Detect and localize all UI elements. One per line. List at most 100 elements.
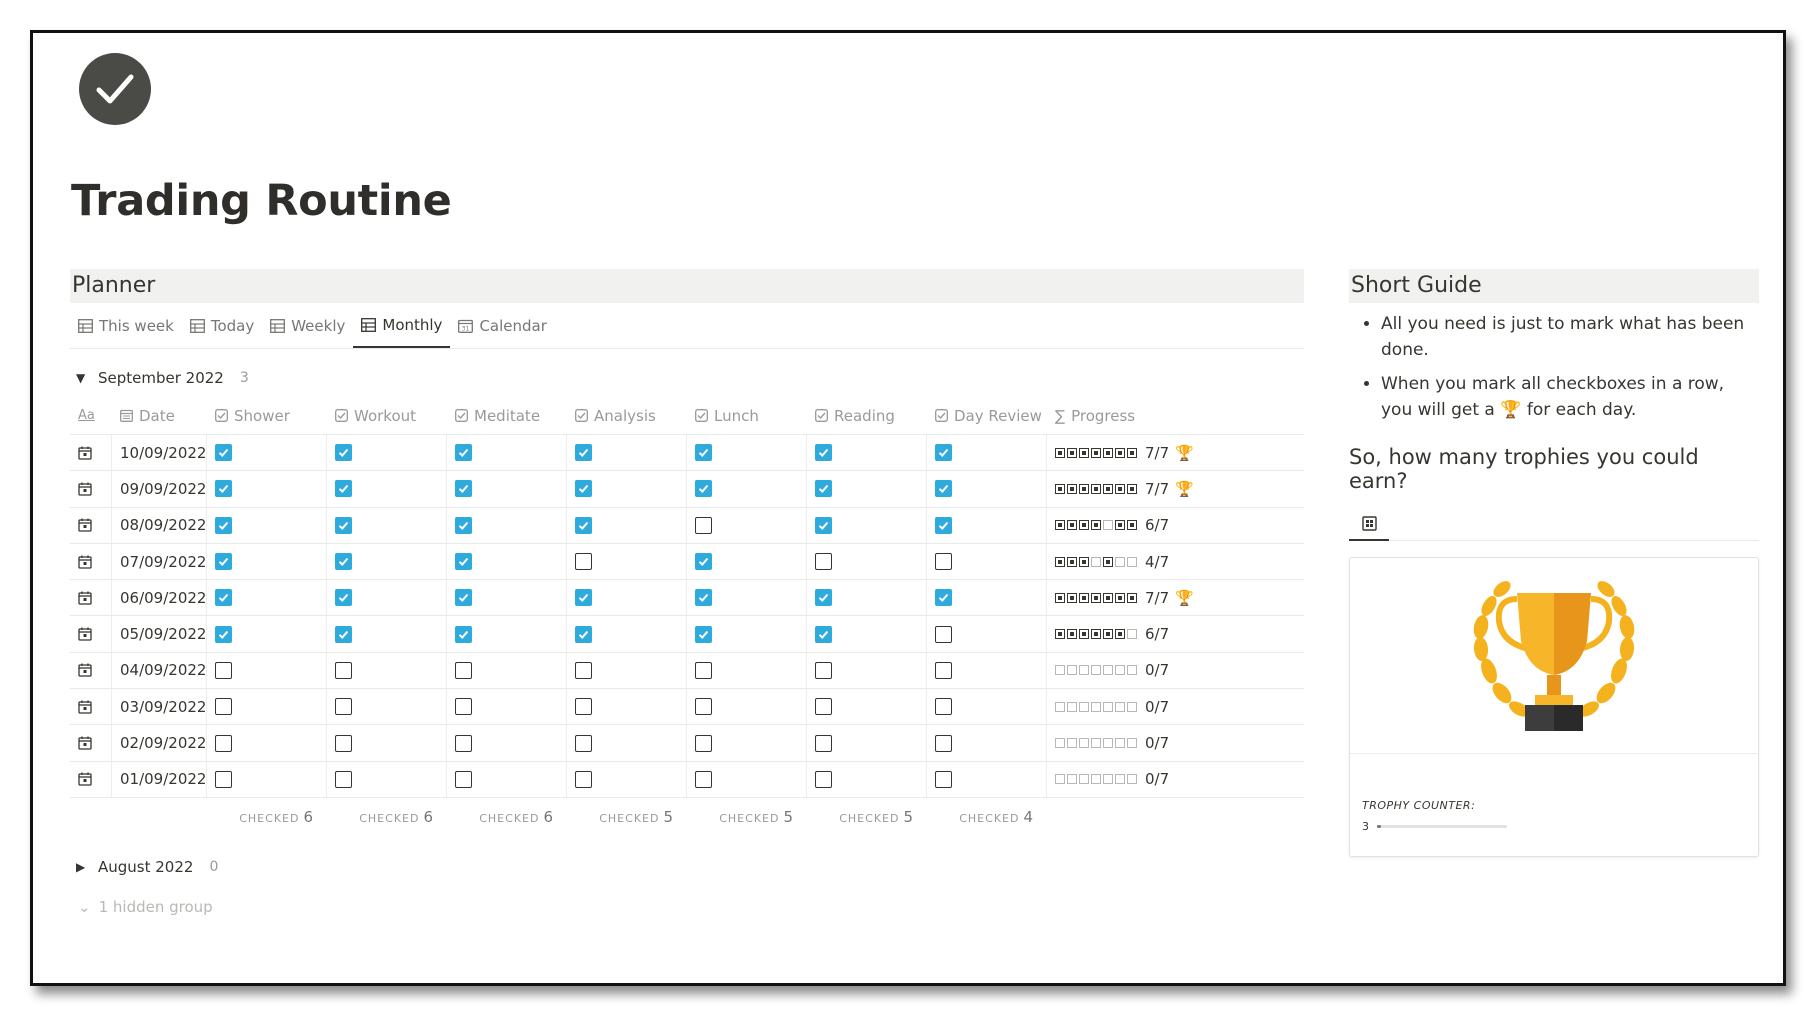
lunch-checkbox[interactable] [695, 516, 712, 534]
day-review-checkbox[interactable] [935, 770, 952, 788]
check-circle-icon[interactable] [79, 53, 151, 125]
column-header-workout[interactable]: Workout [327, 407, 447, 425]
workout-checkbox[interactable] [335, 480, 352, 498]
lunch-checkbox[interactable] [695, 625, 712, 643]
gallery-view-icon[interactable] [1349, 507, 1389, 541]
hidden-group-toggle[interactable]: ⌄ 1 hidden group [70, 898, 1304, 916]
shower-checkbox[interactable] [215, 770, 232, 788]
day-review-checkbox[interactable] [935, 444, 952, 462]
meditate-checkbox[interactable] [455, 734, 472, 752]
group-label[interactable]: August 2022 [98, 858, 193, 876]
meditate-checkbox[interactable] [455, 480, 472, 498]
checked-count[interactable]: CHECKED 4 [927, 808, 1047, 826]
checked-count[interactable]: CHECKED 5 [807, 808, 927, 826]
checked-count[interactable]: CHECKED 5 [567, 808, 687, 826]
group-label[interactable]: September 2022 [98, 369, 224, 387]
shower-checkbox[interactable] [215, 516, 232, 534]
shower-checkbox[interactable] [215, 480, 232, 498]
date-cell[interactable]: 05/09/2022 [112, 616, 207, 652]
tab-calendar[interactable]: 31 Calendar [450, 303, 554, 348]
table-row[interactable]: 03/09/2022 0/7 [70, 689, 1304, 726]
row-page-icon[interactable] [70, 616, 112, 652]
analysis-checkbox[interactable] [575, 734, 592, 752]
meditate-checkbox[interactable] [455, 770, 472, 788]
lunch-checkbox[interactable] [695, 698, 712, 716]
analysis-checkbox[interactable] [575, 553, 592, 571]
analysis-checkbox[interactable] [575, 480, 592, 498]
date-cell[interactable]: 03/09/2022 [112, 689, 207, 725]
row-page-icon[interactable] [70, 507, 112, 543]
workout-checkbox[interactable] [335, 589, 352, 607]
day-review-checkbox[interactable] [935, 516, 952, 534]
column-header-progress[interactable]: ∑ Progress [1047, 407, 1304, 425]
column-header-reading[interactable]: Reading [807, 407, 927, 425]
checked-count[interactable]: CHECKED 5 [687, 808, 807, 826]
date-cell[interactable]: 07/09/2022 [112, 543, 207, 580]
meditate-checkbox[interactable] [455, 516, 472, 534]
analysis-checkbox[interactable] [575, 589, 592, 607]
lunch-checkbox[interactable] [695, 770, 712, 788]
reading-checkbox[interactable] [815, 589, 832, 607]
day-review-checkbox[interactable] [935, 661, 952, 679]
reading-checkbox[interactable] [815, 480, 832, 498]
date-cell[interactable]: 06/09/2022 [112, 580, 207, 616]
expand-triangle-icon[interactable]: ▶ [76, 860, 88, 874]
row-page-icon[interactable] [70, 580, 112, 616]
analysis-checkbox[interactable] [575, 516, 592, 534]
lunch-checkbox[interactable] [695, 589, 712, 607]
column-header-analysis[interactable]: Analysis [567, 407, 687, 425]
date-cell[interactable]: 04/09/2022 [112, 652, 207, 689]
date-cell[interactable]: 10/09/2022 [112, 435, 207, 471]
date-cell[interactable]: 02/09/2022 [112, 725, 207, 761]
lunch-checkbox[interactable] [695, 444, 712, 462]
shower-checkbox[interactable] [215, 553, 232, 571]
trophy-card[interactable]: TROPHY COUNTER: 3 [1349, 557, 1759, 857]
row-page-icon[interactable] [70, 543, 112, 580]
day-review-checkbox[interactable] [935, 480, 952, 498]
meditate-checkbox[interactable] [455, 625, 472, 643]
table-row[interactable]: 08/09/2022 6/7 [70, 507, 1304, 544]
analysis-checkbox[interactable] [575, 770, 592, 788]
tab-this-week[interactable]: This week [70, 303, 182, 348]
lunch-checkbox[interactable] [695, 734, 712, 752]
workout-checkbox[interactable] [335, 516, 352, 534]
day-review-checkbox[interactable] [935, 698, 952, 716]
workout-checkbox[interactable] [335, 444, 352, 462]
shower-checkbox[interactable] [215, 444, 232, 462]
reading-checkbox[interactable] [815, 734, 832, 752]
table-row[interactable]: 05/09/2022 6/7 [70, 616, 1304, 653]
reading-checkbox[interactable] [815, 444, 832, 462]
meditate-checkbox[interactable] [455, 698, 472, 716]
column-header-aa[interactable]: Aa [70, 408, 112, 423]
day-review-checkbox[interactable] [935, 625, 952, 643]
row-page-icon[interactable] [70, 435, 112, 471]
column-header-meditate[interactable]: Meditate [447, 407, 567, 425]
checked-count[interactable]: CHECKED 6 [327, 808, 447, 826]
table-row[interactable]: 07/09/2022 4/7 [70, 543, 1304, 581]
checked-count[interactable]: CHECKED 6 [447, 808, 567, 826]
shower-checkbox[interactable] [215, 698, 232, 716]
analysis-checkbox[interactable] [575, 698, 592, 716]
workout-checkbox[interactable] [335, 625, 352, 643]
reading-checkbox[interactable] [815, 698, 832, 716]
checked-count[interactable]: CHECKED 6 [207, 808, 327, 826]
table-row[interactable]: 01/09/2022 0/7 [70, 761, 1304, 798]
meditate-checkbox[interactable] [455, 589, 472, 607]
table-row[interactable]: 09/09/2022 7/7 🏆 [70, 471, 1304, 508]
analysis-checkbox[interactable] [575, 661, 592, 679]
meditate-checkbox[interactable] [455, 553, 472, 571]
shower-checkbox[interactable] [215, 589, 232, 607]
shower-checkbox[interactable] [215, 734, 232, 752]
table-row[interactable]: 06/09/2022 7/7 🏆 [70, 580, 1304, 617]
workout-checkbox[interactable] [335, 553, 352, 571]
workout-checkbox[interactable] [335, 698, 352, 716]
shower-checkbox[interactable] [215, 661, 232, 679]
reading-checkbox[interactable] [815, 516, 832, 534]
date-cell[interactable]: 01/09/2022 [112, 761, 207, 797]
reading-checkbox[interactable] [815, 625, 832, 643]
row-page-icon[interactable] [70, 761, 112, 797]
tab-today[interactable]: Today [182, 303, 262, 348]
row-page-icon[interactable] [70, 471, 112, 507]
date-cell[interactable]: 08/09/2022 [112, 507, 207, 543]
workout-checkbox[interactable] [335, 661, 352, 679]
